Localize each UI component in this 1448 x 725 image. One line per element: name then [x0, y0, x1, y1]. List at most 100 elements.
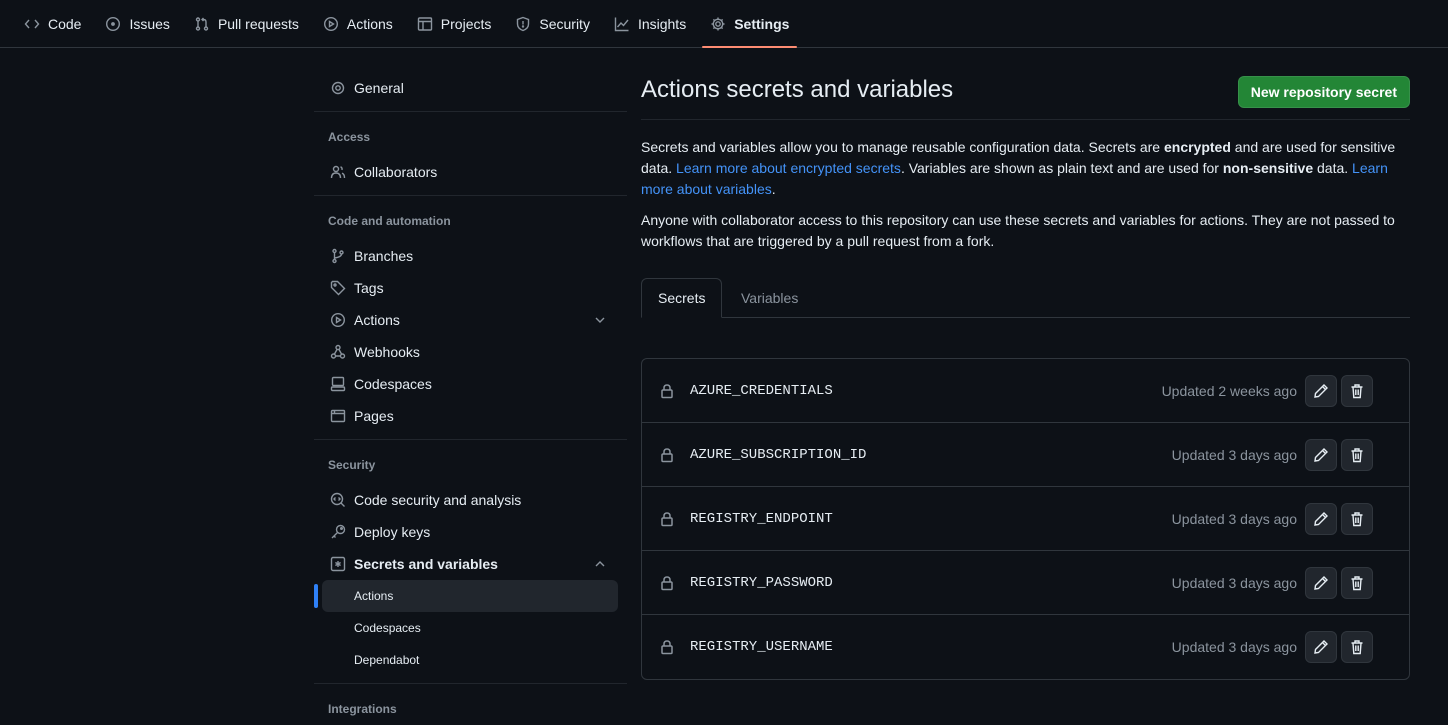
sidebar-divider	[314, 439, 627, 440]
webhook-icon	[330, 344, 346, 359]
sidebar-item-label: Deploy keys	[354, 524, 431, 540]
lock-icon	[659, 639, 675, 655]
tab-pull-requests[interactable]: Pull requests	[186, 0, 307, 47]
edit-secret-button[interactable]	[1305, 503, 1337, 535]
chevron-up-icon	[595, 561, 605, 567]
trash-icon	[1351, 512, 1363, 527]
tab-actions[interactable]: Actions	[315, 0, 401, 47]
codespaces-icon	[330, 376, 346, 392]
sidebar-item-codespaces[interactable]: Codespaces	[322, 368, 618, 400]
tab-settings[interactable]: Settings	[702, 0, 798, 48]
encrypted-secrets-link[interactable]: Learn more about encrypted secrets	[676, 160, 901, 176]
sidebar-item-deploy-keys[interactable]: Deploy keys	[322, 516, 618, 548]
people-icon	[330, 165, 346, 179]
edit-secret-button[interactable]	[1305, 375, 1337, 407]
secrets-list: AZURE_CREDENTIALS Updated 2 weeks ago AZ…	[641, 358, 1410, 680]
sidebar-item-pages[interactable]: Pages	[322, 400, 618, 432]
tab-label: Projects	[440, 15, 492, 32]
secret-row: REGISTRY_USERNAME Updated 3 days ago	[642, 615, 1409, 679]
asterisk-icon	[330, 556, 346, 572]
delete-secret-button[interactable]	[1341, 631, 1373, 663]
play-icon	[323, 16, 338, 31]
tab-label: Insights	[637, 15, 687, 32]
graph-icon	[614, 17, 629, 31]
lock-icon	[659, 447, 675, 463]
sidebar-subitem-actions[interactable]: Actions	[314, 580, 618, 612]
sidebar-item-label: Actions	[354, 312, 400, 328]
secret-row: REGISTRY_ENDPOINT Updated 3 days ago	[642, 487, 1409, 551]
secret-name: AZURE_SUBSCRIPTION_ID	[690, 446, 867, 463]
edit-secret-button[interactable]	[1305, 631, 1337, 663]
code-icon	[24, 19, 40, 28]
delete-secret-button[interactable]	[1341, 567, 1373, 599]
secret-updated: Updated 2 weeks ago	[1161, 382, 1297, 399]
desc-text: data.	[1313, 160, 1353, 176]
sidebar-item-webhooks[interactable]: Webhooks	[322, 336, 618, 368]
secret-name: REGISTRY_USERNAME	[690, 639, 833, 655]
trash-icon	[1351, 640, 1363, 655]
repo-nav: Code Issues Pull requests Actions Projec…	[0, 0, 1448, 48]
sidebar-item-actions[interactable]: Actions	[322, 304, 618, 336]
sidebar-item-branches[interactable]: Branches	[322, 240, 618, 272]
trash-icon	[1351, 576, 1363, 591]
delete-secret-button[interactable]	[1341, 503, 1373, 535]
tab-secrets[interactable]: Secrets	[641, 278, 723, 318]
sidebar-heading-security: Security	[328, 458, 376, 472]
tab-code[interactable]: Code	[16, 0, 89, 47]
pencil-icon	[1314, 640, 1328, 654]
chevron-down-icon	[595, 317, 605, 323]
secret-updated: Updated 3 days ago	[1171, 510, 1297, 527]
edit-secret-button[interactable]	[1305, 439, 1337, 471]
sidebar-item-label: Branches	[354, 248, 414, 264]
browser-icon	[330, 409, 346, 423]
tab-label: Pull requests	[217, 15, 299, 32]
new-repository-secret-button[interactable]: New repository secret	[1237, 76, 1410, 108]
sidebar-item-label: Code security and analysis	[354, 492, 522, 508]
delete-secret-button[interactable]	[1341, 375, 1373, 407]
sidebar-item-secrets-variables[interactable]: Secrets and variables	[322, 548, 618, 580]
git-pull-request-icon	[195, 16, 209, 31]
tab-insights[interactable]: Insights	[606, 0, 694, 47]
pencil-icon	[1314, 576, 1328, 590]
sidebar-divider	[314, 111, 627, 112]
description-paragraph: Secrets and variables allow you to manag…	[641, 137, 1410, 200]
sidebar-divider	[314, 195, 627, 196]
sidebar-item-code-security[interactable]: Code security and analysis	[322, 484, 618, 516]
tab-issues[interactable]: Issues	[97, 0, 177, 47]
sidebar-divider	[314, 683, 627, 684]
issue-opened-icon	[106, 16, 121, 31]
secret-row: REGISTRY_PASSWORD Updated 3 days ago	[642, 551, 1409, 615]
sidebar-item-label: Secrets and variables	[354, 556, 498, 572]
sidebar-item-label: Webhooks	[354, 344, 420, 360]
desc-text: . Variables are shown as plain text and …	[900, 160, 1223, 176]
tab-label: Settings	[734, 15, 790, 32]
sidebar-item-collaborators[interactable]: Collaborators	[322, 156, 618, 188]
tab-label: Issues	[129, 15, 170, 32]
delete-secret-button[interactable]	[1341, 439, 1373, 471]
tab-label: Security	[539, 15, 590, 32]
sidebar-heading-integrations: Integrations	[328, 702, 397, 716]
title-divider	[641, 119, 1410, 120]
lock-icon	[659, 383, 675, 399]
desc-emphasis: encrypted	[1163, 139, 1231, 155]
sidebar-subitem-dependabot[interactable]: Dependabot	[322, 644, 618, 676]
sidebar-subitem-codespaces[interactable]: Codespaces	[322, 612, 618, 644]
trash-icon	[1351, 448, 1363, 463]
edit-secret-button[interactable]	[1305, 567, 1337, 599]
sidebar-item-label: Tags	[354, 280, 384, 296]
tab-projects[interactable]: Projects	[409, 0, 500, 47]
secret-name: AZURE_CREDENTIALS	[690, 382, 833, 399]
secret-row: AZURE_SUBSCRIPTION_ID Updated 3 days ago	[642, 423, 1409, 487]
play-icon	[330, 312, 346, 328]
secret-updated: Updated 3 days ago	[1171, 446, 1297, 463]
tab-security[interactable]: Security	[507, 0, 598, 47]
tab-label: Code	[48, 15, 82, 32]
sidebar-item-label: Pages	[354, 408, 394, 424]
desc-text: .	[771, 181, 776, 197]
sidebar-item-tags[interactable]: Tags	[322, 272, 618, 304]
sidebar-item-general[interactable]: General	[322, 72, 618, 104]
key-icon	[331, 524, 346, 539]
secret-name: REGISTRY_PASSWORD	[690, 574, 833, 591]
pencil-icon	[1314, 384, 1328, 398]
tab-variables[interactable]: Variables	[725, 278, 814, 318]
